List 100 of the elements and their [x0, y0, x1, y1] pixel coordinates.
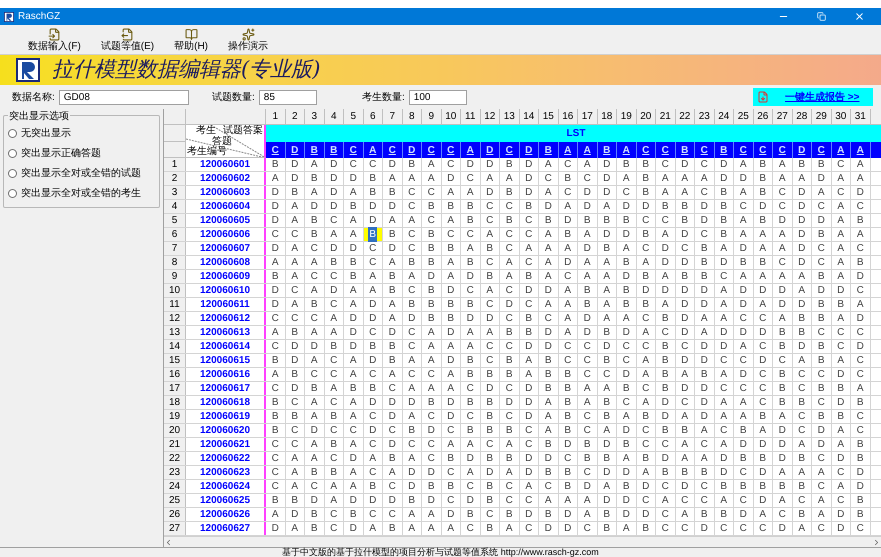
answer-cell[interactable]: D — [598, 438, 617, 451]
answer-cell[interactable]: C — [636, 312, 656, 325]
answer-cell[interactable]: B — [617, 158, 636, 171]
answer-cell[interactable]: D — [754, 326, 773, 339]
answer-cell[interactable]: B — [324, 340, 344, 353]
answer-cell[interactable]: B — [598, 522, 617, 535]
answer-cell[interactable]: B — [500, 214, 520, 227]
radio-button[interactable] — [8, 129, 17, 138]
answer-cell[interactable]: B — [500, 186, 520, 199]
answer-cell[interactable]: B — [714, 480, 734, 493]
answer-cell[interactable]: C — [383, 480, 402, 493]
answer-cell[interactable]: B — [792, 480, 812, 493]
answer-cell[interactable]: A — [656, 228, 676, 241]
answer-cell[interactable]: C — [422, 186, 442, 199]
answer-cell[interactable]: B — [402, 256, 422, 269]
answer-cell[interactable]: C — [480, 200, 500, 213]
answer-cell[interactable]: C — [324, 508, 344, 521]
answer-cell[interactable]: C — [695, 186, 714, 199]
answer-cell[interactable]: D — [539, 326, 558, 339]
close-icon[interactable] — [854, 11, 865, 22]
answer-cell[interactable]: D — [676, 326, 695, 339]
answer-cell[interactable]: A — [676, 172, 695, 185]
answer-cell[interactable]: A — [344, 214, 364, 227]
answer-cell[interactable]: A — [792, 522, 812, 535]
answer-cell[interactable]: A — [305, 256, 324, 269]
answer-cell[interactable]: D — [324, 172, 344, 185]
answer-cell[interactable]: B — [286, 326, 305, 339]
answer-cell[interactable]: A — [324, 480, 344, 493]
answer-cell[interactable]: A — [383, 368, 402, 381]
toolbar-button[interactable]: 帮助(H) — [170, 28, 212, 52]
answer-cell[interactable]: B — [500, 158, 520, 171]
answer-cell[interactable]: B — [305, 214, 324, 227]
answer-cell[interactable]: C — [286, 284, 305, 297]
answer-cell[interactable]: A — [266, 172, 286, 185]
answer-cell[interactable]: A — [598, 256, 617, 269]
answer-cell[interactable]: D — [617, 424, 636, 437]
answer-cell[interactable]: A — [383, 172, 402, 185]
answer-cell[interactable]: B — [480, 452, 500, 465]
horizontal-scrollbar[interactable] — [164, 536, 881, 547]
answer-cell[interactable]: B — [422, 284, 442, 297]
answer-cell[interactable]: B — [364, 228, 383, 241]
answer-cell[interactable]: A — [286, 256, 305, 269]
answer-cell[interactable]: B — [266, 396, 286, 409]
answer-cell[interactable]: C — [461, 382, 480, 395]
answer-cell[interactable]: D — [383, 326, 402, 339]
answer-cell[interactable]: D — [558, 256, 578, 269]
answer-cell[interactable]: A — [773, 466, 792, 479]
answer-cell[interactable]: B — [500, 368, 520, 381]
answer-cell[interactable]: A — [500, 172, 520, 185]
answer-cell[interactable]: C — [636, 424, 656, 437]
answer-cell[interactable]: C — [578, 466, 598, 479]
answer-cell[interactable]: B — [383, 354, 402, 367]
answer-cell[interactable]: A — [461, 242, 480, 255]
answer-cell[interactable]: D — [754, 354, 773, 367]
answer-cell[interactable]: D — [832, 452, 851, 465]
answer-cell[interactable]: B — [598, 508, 617, 521]
answer-cell[interactable]: C — [422, 410, 442, 423]
answer-cell[interactable]: C — [266, 438, 286, 451]
answer-cell[interactable]: D — [344, 312, 364, 325]
answer-cell[interactable]: C — [500, 242, 520, 255]
answer-cell[interactable]: B — [539, 438, 558, 451]
answer-cell[interactable]: D — [344, 494, 364, 507]
answer-cell[interactable]: A — [851, 298, 870, 311]
answer-cell[interactable]: A — [500, 466, 520, 479]
radio-button[interactable] — [8, 169, 17, 178]
answer-cell[interactable]: B — [598, 410, 617, 423]
answer-cell[interactable]: B — [636, 228, 656, 241]
answer-cell[interactable]: A — [773, 494, 792, 507]
answer-cell[interactable]: C — [754, 396, 773, 409]
answer-cell[interactable]: C — [480, 256, 500, 269]
answer-cell[interactable]: C — [539, 172, 558, 185]
toolbar-button[interactable]: 操作演示 — [224, 28, 272, 52]
answer-cell[interactable]: A — [344, 480, 364, 493]
answer-cell[interactable]: D — [402, 480, 422, 493]
answer-cell[interactable]: B — [266, 158, 286, 171]
answer-cell[interactable]: B — [480, 522, 500, 535]
answer-cell[interactable]: D — [754, 438, 773, 451]
answer-cell[interactable]: B — [500, 452, 520, 465]
answer-cell[interactable]: D — [539, 340, 558, 353]
answer-cell[interactable]: C — [812, 368, 832, 381]
radio-button[interactable] — [8, 149, 17, 158]
answer-cell[interactable]: C — [695, 438, 714, 451]
answer-cell[interactable]: B — [558, 228, 578, 241]
answer-cell[interactable]: D — [324, 284, 344, 297]
answer-cell[interactable]: D — [832, 368, 851, 381]
answer-cell[interactable]: A — [676, 508, 695, 521]
answer-cell[interactable]: C — [851, 200, 870, 213]
answer-cell[interactable]: C — [480, 508, 500, 521]
answer-cell[interactable]: D — [344, 172, 364, 185]
answer-cell[interactable]: D — [773, 424, 792, 437]
answer-cell[interactable]: C — [422, 452, 442, 465]
answer-cell[interactable]: A — [402, 172, 422, 185]
answer-cell[interactable]: A — [714, 298, 734, 311]
answer-cell[interactable]: C — [324, 396, 344, 409]
answer-cell[interactable]: C — [773, 354, 792, 367]
answer-cell[interactable]: D — [734, 298, 754, 311]
answer-cell[interactable]: C — [324, 368, 344, 381]
answer-cell[interactable]: B — [656, 312, 676, 325]
answer-cell[interactable]: B — [305, 522, 324, 535]
answer-cell[interactable]: D — [578, 326, 598, 339]
